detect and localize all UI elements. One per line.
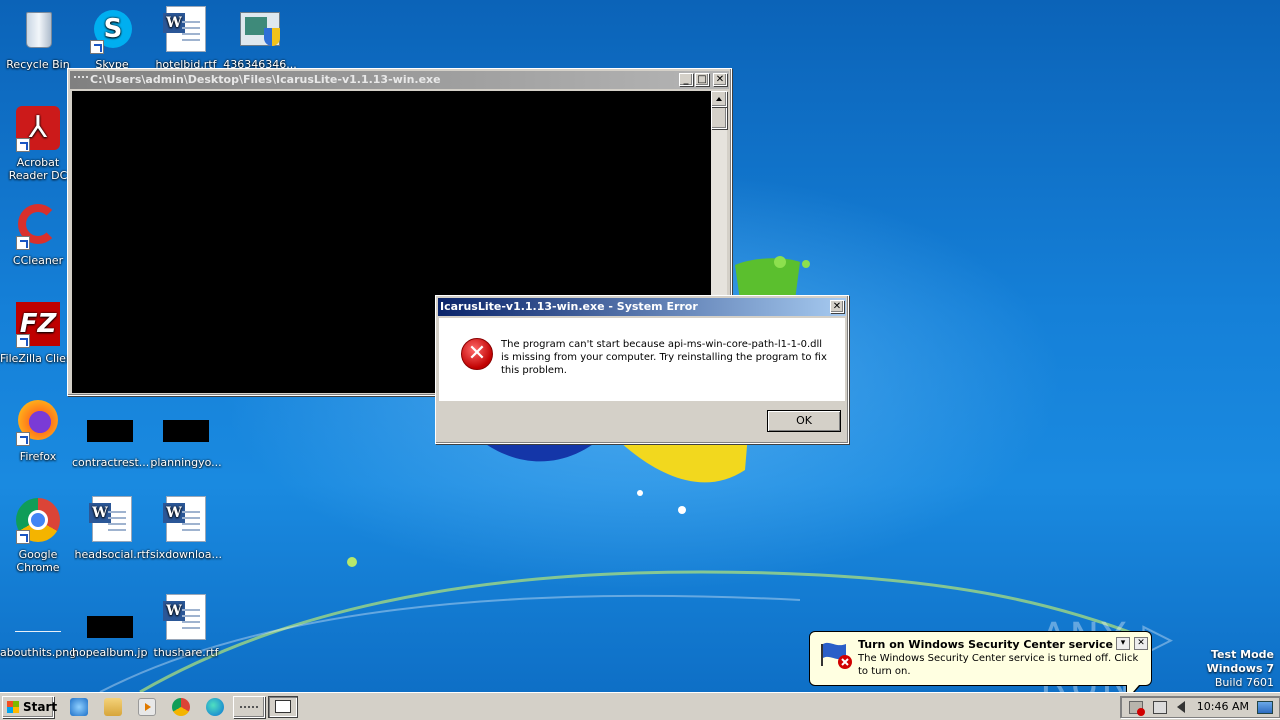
- desktop-icon-acrobat[interactable]: ⅄ Acrobat Reader DC: [0, 104, 76, 182]
- system-error-dialog[interactable]: IcarusLite-v1.1.13-win.exe - System Erro…: [435, 295, 849, 444]
- dialog-title: IcarusLite-v1.1.13-win.exe - System Erro…: [440, 300, 698, 313]
- desktop-icon-filezilla[interactable]: FZ FileZilla Client: [0, 300, 76, 365]
- desktop-icon-headsocial[interactable]: W headsocial.rtf: [74, 496, 150, 561]
- acrobat-reader-icon: ⅄: [14, 104, 62, 152]
- image-thumbnail-icon: [163, 420, 209, 442]
- minimize-button[interactable]: _: [679, 73, 693, 86]
- edge-icon[interactable]: [206, 698, 224, 716]
- desktop-icon-thushare[interactable]: W thushare.rtf: [148, 594, 224, 659]
- console-title: C:\Users\admin\Desktop\Files\IcarusLite-…: [90, 73, 441, 86]
- word-document-icon: W: [162, 496, 210, 544]
- windows-logo-icon: [7, 701, 19, 713]
- desktop-icon-planningyo[interactable]: planningyo...: [148, 408, 224, 469]
- media-player-icon[interactable]: [138, 698, 156, 716]
- word-document-icon: W: [162, 6, 210, 54]
- dialog-title-bar[interactable]: IcarusLite-v1.1.13-win.exe - System Erro…: [438, 298, 846, 316]
- maximize-button[interactable]: □: [695, 73, 709, 86]
- test-mode-line2: Windows 7: [1206, 662, 1274, 675]
- desktop-icon-ccleaner[interactable]: CCleaner: [0, 202, 76, 267]
- dialog-close-button[interactable]: ✕: [830, 300, 844, 313]
- error-icon: ✕: [461, 338, 493, 370]
- ccleaner-icon: [14, 202, 62, 250]
- taskbar-dialog-button[interactable]: [268, 696, 298, 718]
- scroll-thumb[interactable]: [711, 107, 727, 129]
- chrome-taskbar-icon[interactable]: [172, 698, 190, 716]
- skype-icon: S: [88, 6, 136, 54]
- desktop-icon-hotelbid[interactable]: W hotelbid.rtf: [148, 6, 224, 71]
- console-title-bar[interactable]: C:\Users\admin\Desktop\Files\IcarusLite-…: [70, 71, 729, 89]
- desktop-icon-contractrest[interactable]: contractrest...: [72, 408, 148, 469]
- image-thumbnail-icon: [15, 610, 61, 632]
- chrome-icon: [14, 496, 62, 544]
- image-thumbnail-icon: [87, 616, 133, 638]
- dialog-body: ✕ The program can't start because api-ms…: [439, 318, 845, 401]
- security-flag-icon: [821, 642, 852, 669]
- internet-explorer-icon[interactable]: [70, 698, 88, 716]
- scroll-up-arrow-icon[interactable]: [711, 91, 727, 107]
- desktop-icon-hopealbum[interactable]: hopealbum.jpg: [72, 600, 148, 659]
- security-center-balloon[interactable]: Turn on Windows Security Center service …: [809, 631, 1152, 702]
- volume-icon[interactable]: [1177, 701, 1191, 714]
- installer-icon: [236, 6, 284, 54]
- balloon-title: Turn on Windows Security Center service: [858, 638, 1114, 651]
- recycle-bin-icon: [14, 6, 62, 54]
- desktop-icon-installer[interactable]: 436346346...: [222, 6, 298, 71]
- desktop-icon-skype[interactable]: S Skype: [74, 6, 150, 71]
- balloon-close-button[interactable]: ✕: [1134, 637, 1148, 650]
- show-desktop-icon[interactable]: [1257, 701, 1273, 714]
- file-explorer-icon[interactable]: [104, 698, 122, 716]
- desktop-icon-chrome[interactable]: Google Chrome: [0, 496, 76, 574]
- start-button[interactable]: Start: [2, 696, 58, 718]
- desktop-icon-firefox[interactable]: Firefox: [0, 398, 76, 463]
- desktop-icon-abouthits[interactable]: abouthits.png: [0, 600, 76, 659]
- taskbar: Start 10:46 AM: [0, 692, 1280, 720]
- desktop-icon-recycle-bin[interactable]: Recycle Bin: [0, 6, 76, 71]
- filezilla-icon: FZ: [14, 300, 62, 348]
- network-icon[interactable]: [1153, 701, 1167, 714]
- test-mode-notice: Test Mode Windows 7 Build 7601: [1207, 648, 1274, 690]
- start-label: Start: [23, 700, 58, 714]
- word-document-icon: W: [162, 594, 210, 642]
- close-button[interactable]: ✕: [713, 73, 727, 86]
- balloon-text: The Windows Security Center service is t…: [858, 653, 1139, 677]
- test-mode-line3: Build 7601: [1214, 676, 1274, 689]
- security-alert-tray-icon[interactable]: [1129, 701, 1145, 716]
- console-system-icon[interactable]: [74, 76, 88, 84]
- error-message: The program can't start because api-ms-w…: [501, 339, 827, 376]
- taskbar-console-button[interactable]: [233, 696, 265, 718]
- firefox-icon: [14, 398, 62, 446]
- word-document-icon: W: [88, 496, 136, 544]
- image-thumbnail-icon: [87, 420, 133, 442]
- desktop-icon-sixdownloa[interactable]: W sixdownloa...: [148, 496, 224, 561]
- ok-button[interactable]: OK: [767, 410, 841, 432]
- balloon-options-button[interactable]: ▾: [1116, 637, 1130, 650]
- system-tray: 10:46 AM: [1120, 696, 1280, 718]
- clock[interactable]: 10:46 AM: [1197, 697, 1249, 717]
- test-mode-line1: Test Mode: [1211, 648, 1274, 661]
